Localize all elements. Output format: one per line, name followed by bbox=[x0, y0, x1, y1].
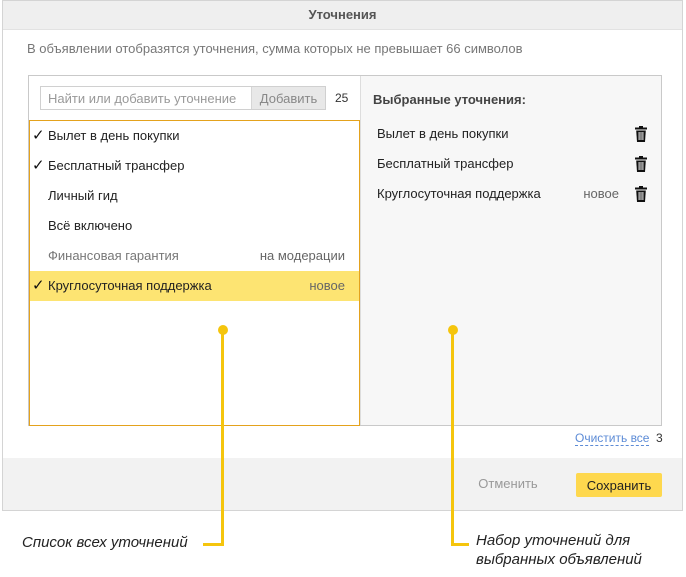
list-item-label: Личный гид bbox=[48, 188, 118, 203]
list-item[interactable]: ✓ Круглосуточная поддержка новое bbox=[30, 271, 359, 301]
save-button[interactable]: Сохранить bbox=[576, 473, 662, 497]
list-item[interactable]: Финансовая гарантия на модерации bbox=[30, 241, 359, 271]
add-button[interactable]: Добавить bbox=[251, 87, 325, 109]
selected-item-label: Бесплатный трансфер bbox=[377, 156, 514, 171]
list-item-label: Финансовая гарантия bbox=[48, 248, 179, 263]
annotation-connector-right bbox=[451, 543, 469, 546]
status-badge: новое bbox=[309, 278, 345, 293]
checkmark-icon: ✓ bbox=[32, 157, 45, 174]
list-item[interactable]: Всё включено bbox=[30, 211, 359, 241]
refinements-dialog: Уточнения В объявлении отобразятся уточн… bbox=[2, 0, 683, 511]
annotation-line-left bbox=[221, 330, 224, 546]
trash-icon[interactable] bbox=[635, 126, 647, 142]
list-item-label: Круглосуточная поддержка bbox=[48, 278, 212, 293]
list-item-label: Всё включено bbox=[48, 218, 133, 233]
annotation-line-right bbox=[451, 330, 454, 546]
selected-count: 3 bbox=[656, 431, 663, 445]
list-item[interactable]: ✓ Вылет в день покупки bbox=[30, 121, 359, 151]
selected-item: Вылет в день покупки bbox=[377, 124, 653, 144]
annotation-caption-left: Список всех уточнений bbox=[22, 534, 188, 551]
search-input[interactable] bbox=[41, 87, 251, 109]
selected-title: Выбранные уточнения: bbox=[373, 92, 526, 107]
status-badge: новое bbox=[583, 186, 619, 201]
dialog-hint: В объявлении отобразятся уточнения, сумм… bbox=[27, 41, 523, 56]
clear-all-link[interactable]: Очистить все bbox=[575, 431, 650, 446]
list-item[interactable]: Личный гид bbox=[30, 181, 359, 211]
refinements-panel: Добавить 25 ✓ Вылет в день покупки ✓ Бес… bbox=[28, 75, 662, 426]
list-item-label: Вылет в день покупки bbox=[48, 128, 180, 143]
selected-refinements-column: Выбранные уточнения: Вылет в день покупк… bbox=[360, 76, 661, 425]
selected-item-label: Круглосуточная поддержка bbox=[377, 186, 541, 201]
all-refinements-column: Добавить 25 ✓ Вылет в день покупки ✓ Бес… bbox=[29, 76, 360, 426]
annotation-caption-right-line2: выбранных объявлений bbox=[476, 551, 642, 568]
dialog-title: Уточнения bbox=[3, 1, 682, 30]
trash-icon[interactable] bbox=[635, 156, 647, 172]
checkmark-icon: ✓ bbox=[32, 277, 45, 294]
refinements-list: ✓ Вылет в день покупки ✓ Бесплатный тран… bbox=[29, 120, 360, 426]
selected-item-label: Вылет в день покупки bbox=[377, 126, 509, 141]
selected-item: Бесплатный трансфер bbox=[377, 154, 653, 174]
available-counter: 25 bbox=[335, 91, 349, 105]
annotation-connector-left bbox=[203, 543, 224, 546]
list-item[interactable]: ✓ Бесплатный трансфер bbox=[30, 151, 359, 181]
annotation-caption-right-line1: Набор уточнений для bbox=[476, 532, 631, 549]
cancel-button[interactable]: Отменить bbox=[469, 475, 547, 492]
trash-icon[interactable] bbox=[635, 186, 647, 202]
checkmark-icon: ✓ bbox=[32, 127, 45, 144]
status-badge: на модерации bbox=[259, 248, 345, 263]
list-item-label: Бесплатный трансфер bbox=[48, 158, 185, 173]
dialog-footer: Отменить Сохранить bbox=[3, 458, 682, 510]
selected-item: Круглосуточная поддержка новое bbox=[377, 184, 653, 204]
search-bar: Добавить bbox=[40, 86, 326, 110]
